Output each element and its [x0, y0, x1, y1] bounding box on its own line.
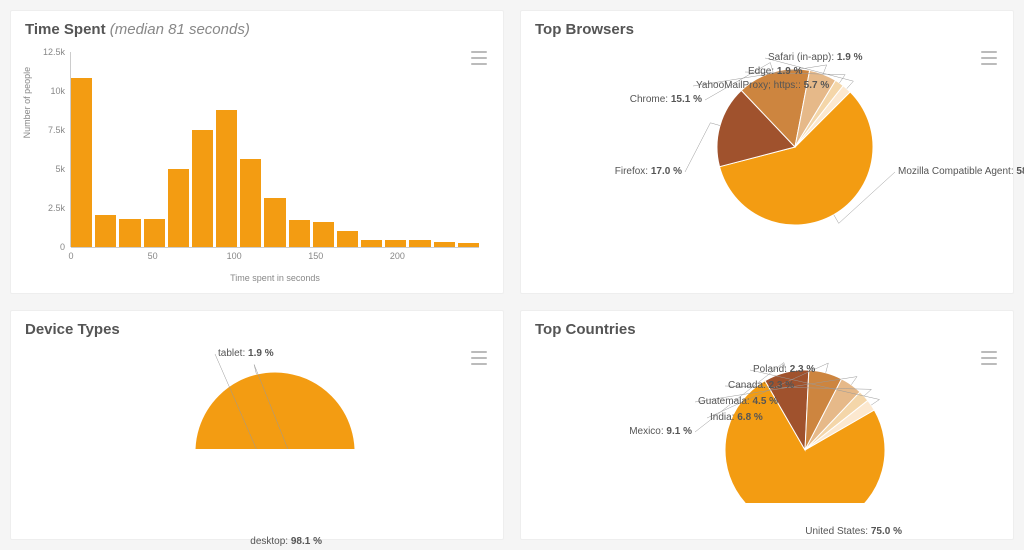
title-text: Time Spent [25, 21, 106, 38]
bar[interactable] [119, 219, 140, 247]
bar-chart: Number of people 02.5k5k7.5k10k12.5k Tim… [25, 42, 489, 283]
dashboard: Time Spent (median 81 seconds) Number of… [0, 0, 1024, 550]
card-device-types: Device Types desktop: 98.1 %tablet: 1.9 … [10, 310, 504, 541]
pie-label: Poland: 2.3 % [753, 364, 815, 375]
pie-label: YahooMailProxy; https:: 5.7 % [696, 80, 829, 91]
bar[interactable] [409, 240, 430, 246]
pie-label: Edge: 1.9 % [748, 66, 803, 77]
card-time-spent: Time Spent (median 81 seconds) Number of… [10, 10, 504, 294]
bar[interactable] [264, 198, 285, 246]
pie-chart-browsers: Mozilla Compatible Agent: 58.5 %Firefox:… [535, 42, 999, 283]
pie-label: India: 6.8 % [710, 412, 763, 423]
pie-label: Firefox: 17.0 % [615, 166, 682, 177]
bar[interactable] [168, 169, 189, 247]
card-top-countries: Top Countries United States: 75.0 %Mexic… [520, 310, 1014, 541]
bar[interactable] [313, 222, 334, 247]
bar[interactable] [361, 240, 382, 246]
pie-label: Mozilla Compatible Agent: 58.5 % [898, 166, 1024, 177]
bar[interactable] [385, 240, 406, 246]
card-title: Device Types [25, 321, 489, 338]
pie-label: Chrome: 15.1 % [630, 94, 702, 105]
bar[interactable] [337, 231, 358, 247]
x-axis-label: Time spent in seconds [71, 273, 479, 283]
bar[interactable] [434, 242, 455, 247]
pie-label: United States: 75.0 % [805, 526, 902, 537]
bar[interactable] [458, 243, 479, 246]
bar[interactable] [144, 219, 165, 247]
title-subtitle: (median 81 seconds) [110, 21, 250, 38]
bar[interactable] [95, 215, 116, 246]
bars [71, 52, 479, 247]
card-title: Top Countries [535, 321, 999, 338]
bar[interactable] [71, 78, 92, 246]
bar[interactable] [216, 110, 237, 247]
pie-label: desktop: 98.1 % [250, 536, 322, 547]
pie-chart-devices: desktop: 98.1 %tablet: 1.9 % [25, 342, 489, 530]
pie-label: Mexico: 9.1 % [629, 426, 692, 437]
bar[interactable] [240, 159, 261, 246]
pie-chart-countries: United States: 75.0 %Mexico: 9.1 %India:… [535, 342, 999, 530]
pie-label: Canada: 2.3 % [728, 380, 794, 391]
pie-label: Safari (in-app): 1.9 % [768, 52, 863, 63]
card-title: Time Spent (median 81 seconds) [25, 21, 489, 38]
x-axis: Time spent in seconds 050100150200 [71, 249, 479, 283]
card-title: Top Browsers [535, 21, 999, 38]
pie-slice[interactable] [195, 371, 355, 448]
pie-label: Guatemala: 4.5 % [698, 396, 778, 407]
card-top-browsers: Top Browsers Mozilla Compatible Agent: 5… [520, 10, 1014, 294]
bar[interactable] [192, 130, 213, 247]
y-axis: 02.5k5k7.5k10k12.5k [25, 52, 69, 247]
bar[interactable] [289, 220, 310, 246]
pie-label: tablet: 1.9 % [218, 348, 274, 359]
